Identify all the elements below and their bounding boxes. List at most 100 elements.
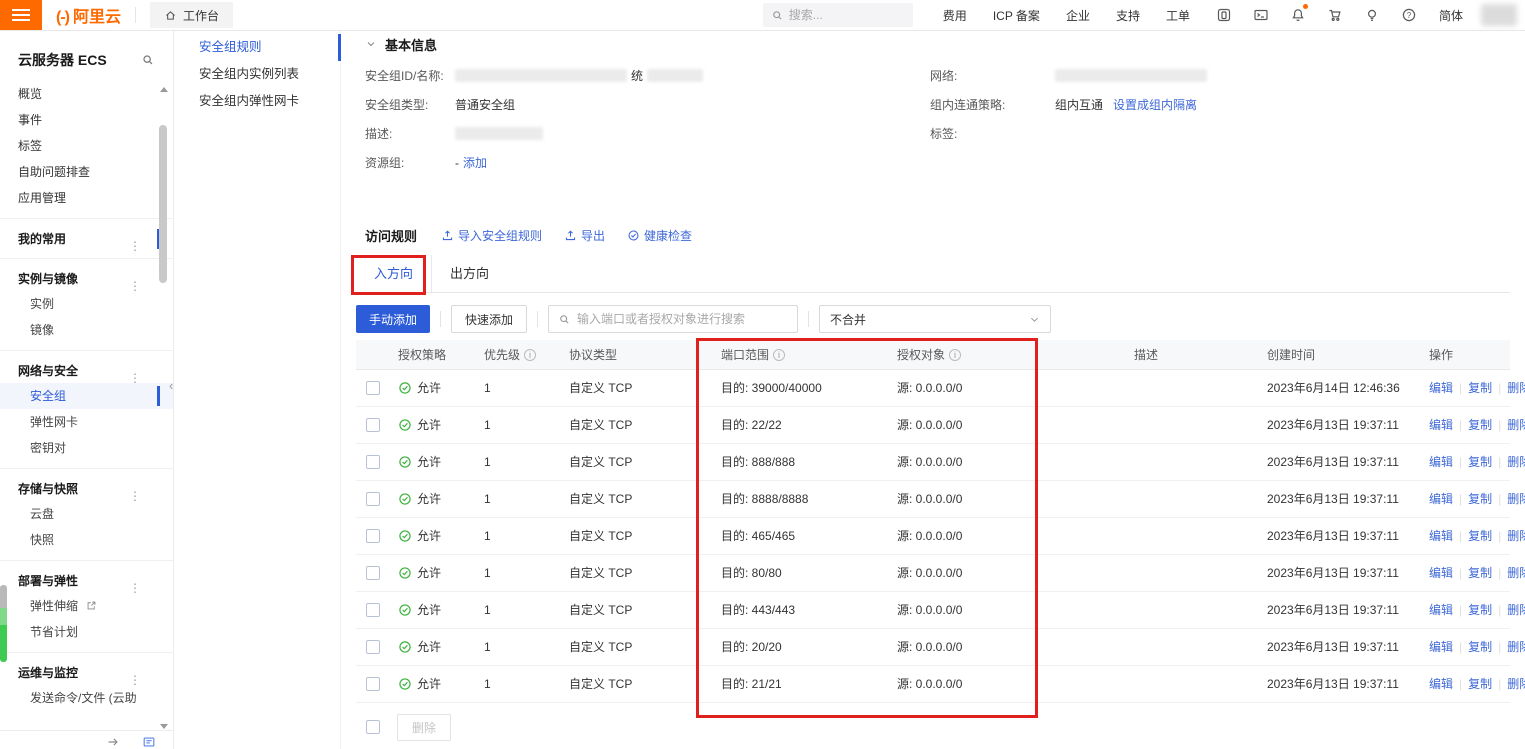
row-checkbox[interactable] bbox=[366, 566, 380, 580]
edit-link[interactable]: 编辑 bbox=[1429, 529, 1453, 543]
topbar-menu-item[interactable]: 支持 bbox=[1116, 7, 1140, 24]
sidebar-item[interactable]: 事件 bbox=[0, 107, 173, 133]
edit-link[interactable]: 编辑 bbox=[1429, 603, 1453, 617]
nav-collapse-icon[interactable] bbox=[106, 735, 120, 749]
delete-link[interactable]: 删除 bbox=[1507, 640, 1525, 654]
sidebar-item[interactable]: 我的常用 ⋮ bbox=[0, 218, 173, 251]
edit-link[interactable]: 编辑 bbox=[1429, 455, 1453, 469]
scrollbar-thumb[interactable] bbox=[159, 125, 167, 283]
info-icon[interactable]: i bbox=[524, 349, 536, 361]
section-menu-icon[interactable]: ⋮ bbox=[129, 273, 141, 291]
workspace-button[interactable]: 工作台 bbox=[150, 2, 233, 28]
topbar-menu-item[interactable]: 工单 bbox=[1166, 7, 1190, 24]
clone-link[interactable]: 复制 bbox=[1468, 529, 1492, 543]
language-switch[interactable]: 简体 bbox=[1439, 7, 1463, 24]
sidebar-item[interactable]: 镜像 bbox=[0, 317, 173, 343]
sidebar-search-icon[interactable] bbox=[141, 53, 155, 67]
bell-icon[interactable] bbox=[1290, 7, 1306, 23]
terminal-icon[interactable] bbox=[1253, 7, 1269, 23]
edit-link[interactable]: 编辑 bbox=[1429, 492, 1453, 506]
health-check-link[interactable]: 健康检查 bbox=[627, 227, 692, 244]
feedback-panel-icon[interactable] bbox=[142, 735, 156, 749]
sidebar-item[interactable]: 运维与监控 ⋮ bbox=[0, 652, 173, 685]
sidebar-item[interactable]: 安全组 bbox=[0, 383, 173, 409]
app-center-icon[interactable] bbox=[1216, 7, 1232, 23]
scroll-down-icon[interactable] bbox=[160, 724, 168, 729]
global-search-input[interactable] bbox=[789, 8, 899, 22]
sidebar-item[interactable]: 实例 bbox=[0, 291, 173, 317]
clone-link[interactable]: 复制 bbox=[1468, 640, 1492, 654]
section-menu-icon[interactable]: ⋮ bbox=[129, 483, 141, 501]
manual-add-button[interactable]: 手动添加 bbox=[356, 305, 430, 333]
info-icon[interactable]: i bbox=[773, 349, 785, 361]
sidebar-item[interactable]: 自助问题排查 bbox=[0, 159, 173, 185]
export-link[interactable]: 导出 bbox=[564, 227, 605, 244]
sidebar-item[interactable]: 实例与镜像 ⋮ bbox=[0, 258, 173, 291]
subnav-item[interactable]: 安全组规则 bbox=[175, 34, 340, 61]
sidebar-collapse-handle[interactable]: ‹ bbox=[169, 378, 173, 393]
row-checkbox[interactable] bbox=[366, 640, 380, 654]
sidebar-item[interactable]: 应用管理 bbox=[0, 185, 173, 211]
topbar-menu-item[interactable]: 企业 bbox=[1066, 7, 1090, 24]
topbar-menu-item[interactable]: 费用 bbox=[943, 7, 967, 24]
delete-link[interactable]: 删除 bbox=[1507, 529, 1525, 543]
clone-link[interactable]: 复制 bbox=[1468, 381, 1492, 395]
merge-select[interactable]: 不合并 bbox=[819, 305, 1051, 333]
sidebar-item[interactable]: 弹性网卡 bbox=[0, 409, 173, 435]
row-checkbox[interactable] bbox=[366, 603, 380, 617]
add-resource-group-link[interactable]: 添加 bbox=[463, 154, 487, 171]
sidebar-item[interactable]: 部署与弹性 ⋮ bbox=[0, 560, 173, 593]
global-search[interactable] bbox=[763, 3, 913, 27]
delete-link[interactable]: 删除 bbox=[1507, 677, 1525, 691]
sidebar-item[interactable]: 快照 bbox=[0, 527, 173, 553]
delete-link[interactable]: 删除 bbox=[1507, 381, 1525, 395]
avatar[interactable] bbox=[1481, 4, 1517, 26]
clone-link[interactable]: 复制 bbox=[1468, 566, 1492, 580]
subnav-item[interactable]: 安全组内弹性网卡 bbox=[175, 88, 340, 115]
delete-link[interactable]: 删除 bbox=[1507, 455, 1525, 469]
sidebar-item[interactable]: 云盘 bbox=[0, 501, 173, 527]
row-checkbox[interactable] bbox=[366, 455, 380, 469]
clone-link[interactable]: 复制 bbox=[1468, 603, 1492, 617]
section-menu-icon[interactable]: ⋮ bbox=[129, 667, 141, 685]
aliyun-logo[interactable]: (-) 阿里云 bbox=[56, 3, 121, 27]
edit-link[interactable]: 编辑 bbox=[1429, 418, 1453, 432]
section-menu-icon[interactable]: ⋮ bbox=[129, 575, 141, 593]
rules-search[interactable] bbox=[548, 305, 798, 333]
delete-link[interactable]: 删除 bbox=[1507, 603, 1525, 617]
delete-link[interactable]: 删除 bbox=[1507, 418, 1525, 432]
sidebar-scrollbar[interactable] bbox=[159, 87, 168, 729]
chevron-down-icon[interactable] bbox=[365, 38, 377, 50]
sidebar-item[interactable]: 标签 bbox=[0, 133, 173, 159]
sidebar-item[interactable]: 概览 bbox=[0, 81, 173, 107]
row-checkbox[interactable] bbox=[366, 418, 380, 432]
clone-link[interactable]: 复制 bbox=[1468, 455, 1492, 469]
help-icon[interactable]: ? bbox=[1401, 7, 1417, 23]
clone-link[interactable]: 复制 bbox=[1468, 677, 1492, 691]
row-checkbox[interactable] bbox=[366, 381, 380, 395]
topbar-menu-item[interactable]: ICP 备案 bbox=[993, 7, 1040, 24]
sidebar-item[interactable]: 存储与快照 ⋮ bbox=[0, 468, 173, 501]
quick-add-button[interactable]: 快速添加 bbox=[451, 305, 527, 333]
delete-link[interactable]: 删除 bbox=[1507, 492, 1525, 506]
sidebar-item[interactable]: 弹性伸缩 bbox=[0, 593, 173, 619]
info-icon[interactable]: i bbox=[949, 349, 961, 361]
rules-search-input[interactable] bbox=[577, 312, 788, 326]
select-all-checkbox[interactable] bbox=[366, 720, 380, 734]
hamburger-menu-icon[interactable] bbox=[0, 0, 42, 30]
subnav-item[interactable]: 安全组内实例列表 bbox=[175, 61, 340, 88]
edit-link[interactable]: 编辑 bbox=[1429, 640, 1453, 654]
clone-link[interactable]: 复制 bbox=[1468, 418, 1492, 432]
sidebar-item[interactable]: 密钥对 bbox=[0, 435, 173, 461]
sidebar-item[interactable]: 网络与安全 ⋮ bbox=[0, 350, 173, 383]
tab-outbound[interactable]: 出方向 bbox=[432, 255, 507, 292]
sidebar-item[interactable]: 节省计划 bbox=[0, 619, 173, 645]
batch-delete-button[interactable]: 删除 bbox=[397, 714, 451, 741]
row-checkbox[interactable] bbox=[366, 492, 380, 506]
row-checkbox[interactable] bbox=[366, 529, 380, 543]
edit-link[interactable]: 编辑 bbox=[1429, 566, 1453, 580]
edit-link[interactable]: 编辑 bbox=[1429, 381, 1453, 395]
cart-icon[interactable] bbox=[1327, 7, 1343, 23]
lightbulb-icon[interactable] bbox=[1364, 7, 1380, 23]
row-checkbox[interactable] bbox=[366, 677, 380, 691]
